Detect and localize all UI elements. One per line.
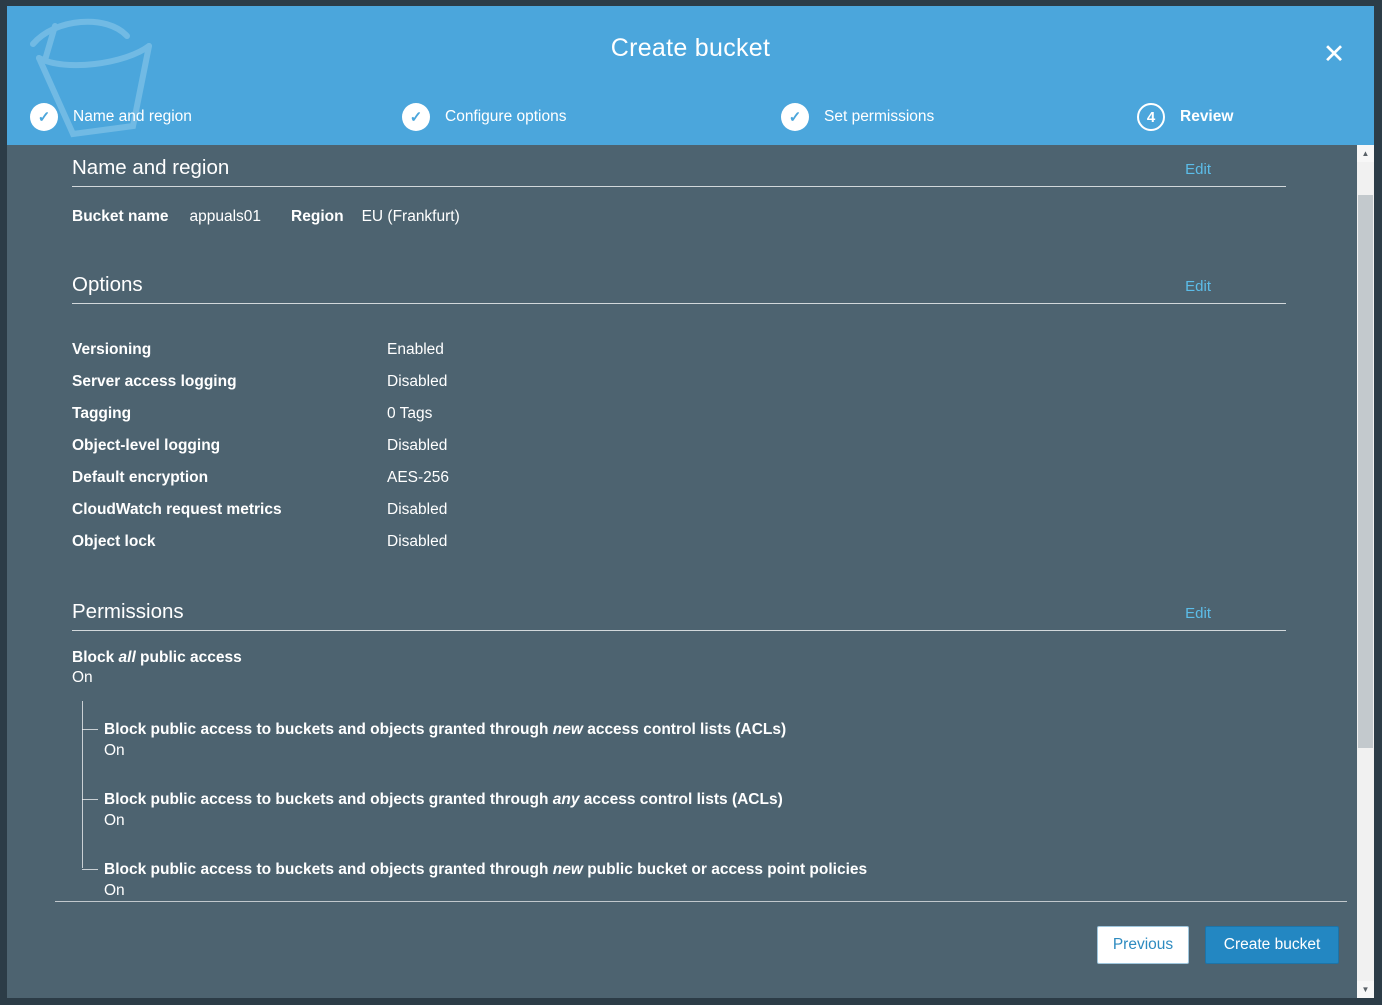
edit-options-link[interactable]: Edit	[1185, 278, 1211, 297]
step-name-and-region[interactable]: ✓ Name and region	[30, 103, 192, 131]
label-text: access control lists (ACLs)	[583, 721, 786, 738]
permission-status: On	[104, 740, 1286, 762]
step-label: Configure options	[445, 108, 567, 126]
option-value: AES-256	[387, 462, 1286, 494]
scroll-up-icon[interactable]: ▲	[1357, 145, 1374, 162]
scroll-down-icon[interactable]: ▼	[1357, 981, 1374, 998]
bucket-name-value: appuals01	[189, 208, 261, 225]
option-label: Versioning	[72, 334, 387, 366]
step-label: Name and region	[73, 108, 192, 126]
step-set-permissions[interactable]: ✓ Set permissions	[781, 103, 934, 131]
option-value: Disabled	[387, 494, 1286, 526]
bucket-name-label: Bucket name	[72, 208, 168, 225]
block-all-status: On	[72, 667, 1286, 689]
label-text: public bucket or access point policies	[583, 861, 867, 878]
review-content: Name and region Edit Bucket name appuals0…	[7, 145, 1357, 998]
option-label: Server access logging	[72, 366, 387, 398]
section-divider	[72, 186, 1286, 187]
permission-text: Block public access to buckets and objec…	[104, 789, 1286, 810]
step-configure-options[interactable]: ✓ Configure options	[402, 103, 567, 131]
tree-connector-line	[82, 701, 83, 868]
label-text-italic: any	[553, 791, 580, 808]
permission-text: Block public access to buckets and objec…	[104, 719, 1286, 740]
section-options: Options Edit Versioning Enabled Server a…	[72, 273, 1286, 558]
step-number-badge: 4	[1137, 103, 1165, 131]
label-text-italic: all	[119, 649, 136, 666]
option-label: Object lock	[72, 526, 387, 558]
check-icon: ✓	[789, 108, 802, 126]
check-icon: ✓	[38, 108, 51, 126]
modal-header: Create bucket ✕ ✓ Name and region ✓ Conf…	[7, 6, 1374, 145]
block-all-public-access-label: Block all public access	[72, 649, 1286, 667]
label-text: Block public access to buckets and objec…	[104, 721, 553, 738]
wizard-steps: ✓ Name and region ✓ Configure options ✓ …	[7, 103, 1374, 133]
options-table: Versioning Enabled Server access logging…	[72, 334, 1286, 558]
option-value: Disabled	[387, 430, 1286, 462]
permission-item: Block public access to buckets and objec…	[104, 789, 1286, 832]
label-text: public access	[136, 649, 242, 666]
step-complete-icon: ✓	[781, 103, 809, 131]
previous-button[interactable]: Previous	[1097, 926, 1189, 964]
label-text-italic: new	[553, 861, 583, 878]
footer-divider	[55, 901, 1347, 902]
option-value: Disabled	[387, 366, 1286, 398]
section-title: Options	[72, 273, 1185, 297]
section-name-and-region: Name and region Edit Bucket name appuals0…	[72, 156, 1286, 226]
label-text: Block public access to buckets and objec…	[104, 861, 553, 878]
edit-name-region-link[interactable]: Edit	[1185, 161, 1211, 180]
label-text: Block	[72, 649, 119, 666]
step-review[interactable]: 4 Review	[1137, 103, 1233, 131]
step-label: Review	[1180, 108, 1233, 126]
edit-permissions-link[interactable]: Edit	[1185, 605, 1211, 624]
permission-item: Block public access to buckets and objec…	[104, 859, 1286, 902]
step-number: 4	[1147, 109, 1155, 126]
section-title: Name and region	[72, 156, 1185, 180]
scrollbar-thumb[interactable]	[1358, 195, 1373, 748]
section-permissions: Permissions Edit Block all public access…	[72, 600, 1286, 902]
page-title: Create bucket	[7, 34, 1374, 63]
region-label: Region	[291, 208, 344, 225]
permission-status: On	[104, 880, 1286, 902]
option-label: Object-level logging	[72, 430, 387, 462]
label-text: Block public access to buckets and objec…	[104, 791, 553, 808]
option-label: CloudWatch request metrics	[72, 494, 387, 526]
label-text-italic: new	[553, 721, 583, 738]
permissions-tree: Block public access to buckets and objec…	[72, 701, 1286, 902]
section-divider	[72, 630, 1286, 631]
close-icon[interactable]: ✕	[1316, 36, 1352, 72]
vertical-scrollbar[interactable]: ▲ ▼	[1357, 145, 1374, 998]
name-region-values: Bucket name appuals01 Region EU (Frankfurt)	[72, 208, 1286, 226]
option-value: Disabled	[387, 526, 1286, 558]
permission-text: Block public access to buckets and objec…	[104, 859, 1286, 880]
section-divider	[72, 303, 1286, 304]
step-complete-icon: ✓	[30, 103, 58, 131]
region-value: EU (Frankfurt)	[362, 208, 460, 225]
permission-item: Block public access to buckets and objec…	[104, 719, 1286, 762]
create-bucket-modal: Create bucket ✕ ✓ Name and region ✓ Conf…	[7, 6, 1374, 998]
page-background: Create bucket ✕ ✓ Name and region ✓ Conf…	[0, 0, 1382, 1005]
label-text: access control lists (ACLs)	[579, 791, 782, 808]
check-icon: ✓	[410, 108, 423, 126]
option-label: Tagging	[72, 398, 387, 430]
option-value: 0 Tags	[387, 398, 1286, 430]
step-label: Set permissions	[824, 108, 934, 126]
option-label: Default encryption	[72, 462, 387, 494]
section-title: Permissions	[72, 600, 1185, 624]
permission-status: On	[104, 810, 1286, 832]
step-complete-icon: ✓	[402, 103, 430, 131]
option-value: Enabled	[387, 334, 1286, 366]
create-bucket-button[interactable]: Create bucket	[1205, 926, 1339, 964]
